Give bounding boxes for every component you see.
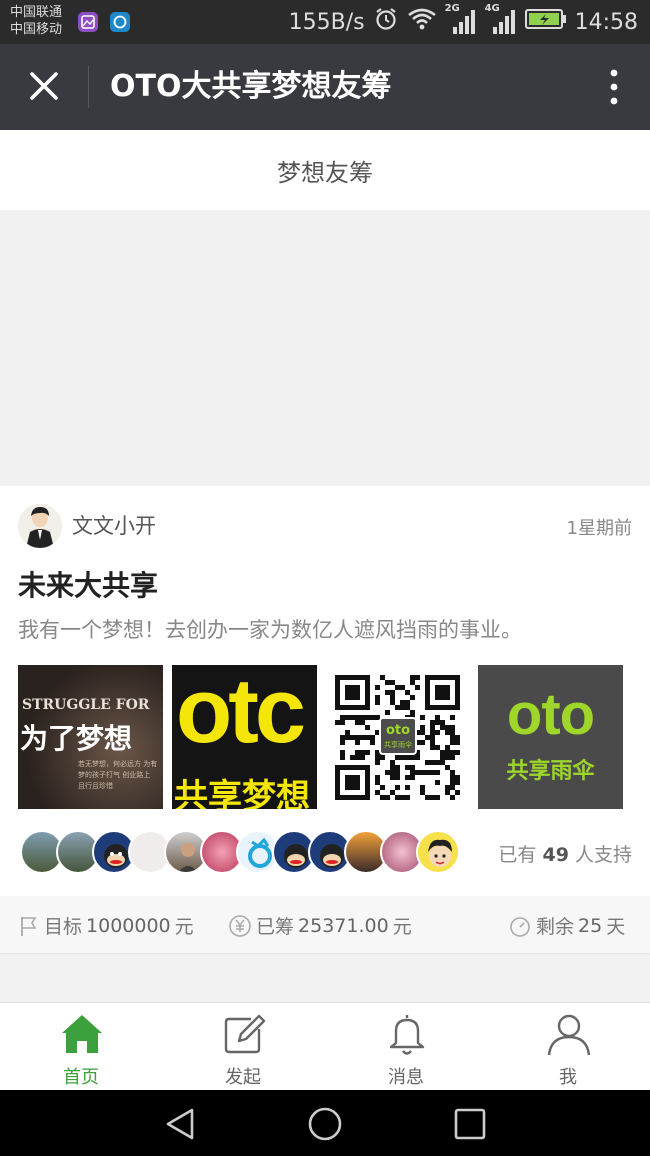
project-description: 我有一个梦想！去创办一家为数亿人遮风挡雨的事业。 <box>18 618 522 642</box>
raised-value: 25371.00 <box>298 914 389 937</box>
edit-icon <box>224 1014 266 1054</box>
tab-messages[interactable]: 消息 <box>325 1003 487 1091</box>
tab-home[interactable]: 首页 <box>0 1003 162 1091</box>
system-nav-bar <box>0 1090 650 1156</box>
project-image-qr-code[interactable]: oto 共享雨伞 <box>325 665 470 809</box>
project-card[interactable]: 文文小开 1星期前 未来大共享 我有一个梦想！去创办一家为数亿人遮风挡雨的事业。… <box>0 486 650 896</box>
back-icon[interactable] <box>162 1106 198 1142</box>
alarm-icon <box>373 6 399 38</box>
tab-me[interactable]: 我 <box>487 1003 649 1091</box>
net-speed: 155B/s <box>288 9 365 35</box>
recents-icon[interactable] <box>452 1106 488 1142</box>
page-title: OTO大共享梦想友筹 <box>110 69 392 104</box>
avatar[interactable] <box>18 504 62 548</box>
home-icon <box>62 1015 102 1053</box>
tab-create[interactable]: 发起 <box>162 1003 324 1091</box>
sub-header-title: 梦想友筹 <box>277 158 373 187</box>
timer-icon <box>510 916 530 937</box>
post-time: 1星期前 <box>566 518 632 539</box>
signal-icon-4g: 4G <box>485 3 517 35</box>
remaining-value: 25 <box>578 914 603 937</box>
supporter-avatars[interactable] <box>20 830 470 876</box>
target-value: 1000000 <box>86 914 171 937</box>
supporter-avatar <box>416 830 460 874</box>
divider <box>88 66 89 108</box>
close-icon[interactable] <box>24 66 64 106</box>
signal-icon-2g: 2G <box>445 3 477 35</box>
carrier-1: 中国联通 <box>10 5 63 20</box>
status-bar: 中国联通 中国移动 155B/s 2G 4G 14:58 <box>0 0 650 44</box>
home-circle-icon[interactable] <box>306 1105 344 1143</box>
carrier-labels: 中国联通 中国移动 <box>10 4 62 38</box>
supporter-count-number: 49 <box>542 844 569 866</box>
project-image-struggle[interactable]: STRUGGLE FOR 为了梦想 若无梦想，何必远方 为有梦的孩子打气 创业路… <box>18 665 163 809</box>
bell-icon <box>389 1015 425 1055</box>
carrier-2: 中国移动 <box>10 22 63 37</box>
bottom-tab-bar: 首页 发起 消息 我 <box>0 1002 650 1090</box>
battery-icon <box>524 8 567 36</box>
funding-stats: 目标 1000000 元 已筹 25371.00 元 剩余 25 天 <box>0 896 650 954</box>
stat-remaining: 剩余 25 天 <box>508 912 625 939</box>
banner-area <box>0 210 650 486</box>
circle-app-icon <box>110 12 130 32</box>
sub-header: 梦想友筹 <box>0 130 650 210</box>
yuan-icon <box>229 914 251 937</box>
gallery-app-icon <box>78 12 98 32</box>
more-options-icon[interactable] <box>608 68 620 106</box>
project-image-oto-umbrella[interactable]: oto 共享雨伞 <box>478 665 623 809</box>
title-bar: OTO大共享梦想友筹 <box>0 44 650 130</box>
clock-time: 14:58 <box>574 9 638 35</box>
stat-target: 目标 1000000 元 <box>18 912 194 939</box>
author-name[interactable]: 文文小开 <box>72 510 156 540</box>
user-icon <box>547 1014 591 1056</box>
project-title[interactable]: 未来大共享 <box>18 564 158 604</box>
wifi-icon <box>407 7 437 37</box>
supporter-count: 已有 49 人支持 <box>498 844 632 866</box>
stat-raised: 已筹 25371.00 元 <box>228 912 412 939</box>
flag-icon <box>21 916 37 936</box>
project-image-oto-dream[interactable]: otc 共享梦想 <box>172 665 317 809</box>
status-right: 155B/s 2G 4G 14:58 <box>288 3 638 38</box>
